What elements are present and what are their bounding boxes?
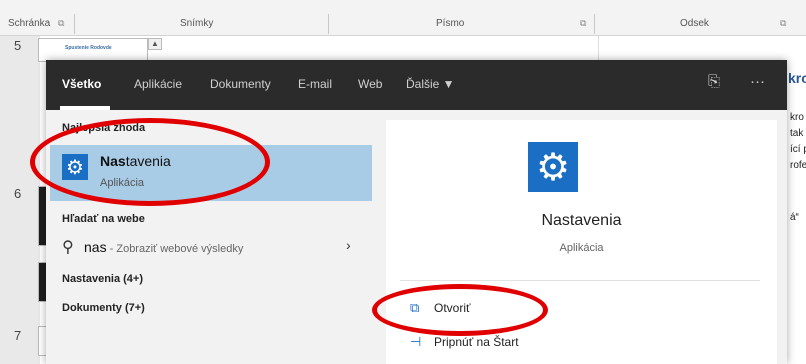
search-icon: ⚲ [62, 239, 74, 256]
slide-text-line: rofe [790, 160, 806, 171]
slide-number: 7 [14, 328, 22, 343]
category-settings[interactable]: Nastavenia (4+) [62, 273, 143, 285]
slide-thumbnail[interactable]: Spustenie Rodovde [38, 38, 148, 62]
preview-app-type: Aplikácia [559, 242, 604, 254]
pin-label: Pripnúť na Štart [434, 335, 519, 349]
tab-web[interactable]: Web [358, 77, 382, 91]
pin-icon: ⊣ [410, 334, 422, 349]
annotation-circle [372, 284, 548, 336]
ribbon-group-font[interactable]: Písmo [436, 18, 464, 29]
slide-text-line: á“ [790, 212, 799, 223]
tab-all[interactable]: Všetko [62, 77, 101, 91]
gear-icon: ⚙ [528, 142, 578, 192]
tab-email[interactable]: E-mail [298, 77, 332, 91]
category-documents[interactable]: Dokumenty (7+) [62, 302, 145, 314]
feedback-icon[interactable]: ⎘ [708, 73, 720, 90]
paragraph-launcher-icon[interactable]: ⧉ [780, 18, 786, 29]
preview-divider [400, 280, 760, 281]
tab-more[interactable]: Ďalšie ▼ [406, 77, 455, 91]
tab-documents[interactable]: Dokumenty [210, 77, 271, 91]
slide-thumbnail-title: Spustenie Rodovde [65, 45, 112, 51]
ribbon-divider [594, 14, 595, 34]
clipboard-launcher-icon[interactable]: ⧉ [58, 18, 64, 29]
more-icon[interactable]: ··· [750, 73, 765, 90]
web-search-item[interactable]: ⚲ nas - Zobraziť webové výsledky › [46, 232, 374, 262]
ribbon-divider [328, 14, 329, 34]
search-tab-bar: Všetko Aplikácie Dokumenty E-mail Web Ďa… [46, 60, 787, 110]
scroll-up-icon[interactable]: ▲ [148, 38, 162, 50]
ribbon-top-strip [0, 0, 806, 10]
slide-text-line: kro [790, 112, 804, 123]
ribbon-group-clipboard[interactable]: Schránka [8, 18, 50, 29]
ribbon-divider [74, 14, 75, 34]
slide-text-line: tak [790, 128, 804, 139]
font-launcher-icon[interactable]: ⧉ [580, 18, 586, 29]
slide-number: 6 [14, 186, 22, 201]
web-query-hint: - Zobraziť webové výsledky [106, 243, 244, 255]
slide-text-line: ící p [790, 144, 806, 155]
slide-number: 5 [14, 38, 22, 53]
slide-heading-fragment: kro [788, 70, 806, 86]
tab-apps[interactable]: Aplikácie [134, 77, 182, 91]
annotation-circle [30, 118, 270, 206]
chevron-right-icon[interactable]: › [346, 237, 351, 253]
ribbon-group-paragraph[interactable]: Odsek [680, 18, 709, 29]
web-query-text: nas [84, 239, 107, 255]
ribbon: Schránka ⧉ Snímky Písmo ⧉ Odsek ⧉ [0, 0, 806, 36]
preview-app-name: Nastavenia [541, 212, 622, 229]
web-search-header: Hľadať na webe [62, 213, 145, 225]
ribbon-group-slides[interactable]: Snímky [180, 18, 213, 29]
web-search-query: nas - Zobraziť webové výsledky [84, 239, 243, 255]
